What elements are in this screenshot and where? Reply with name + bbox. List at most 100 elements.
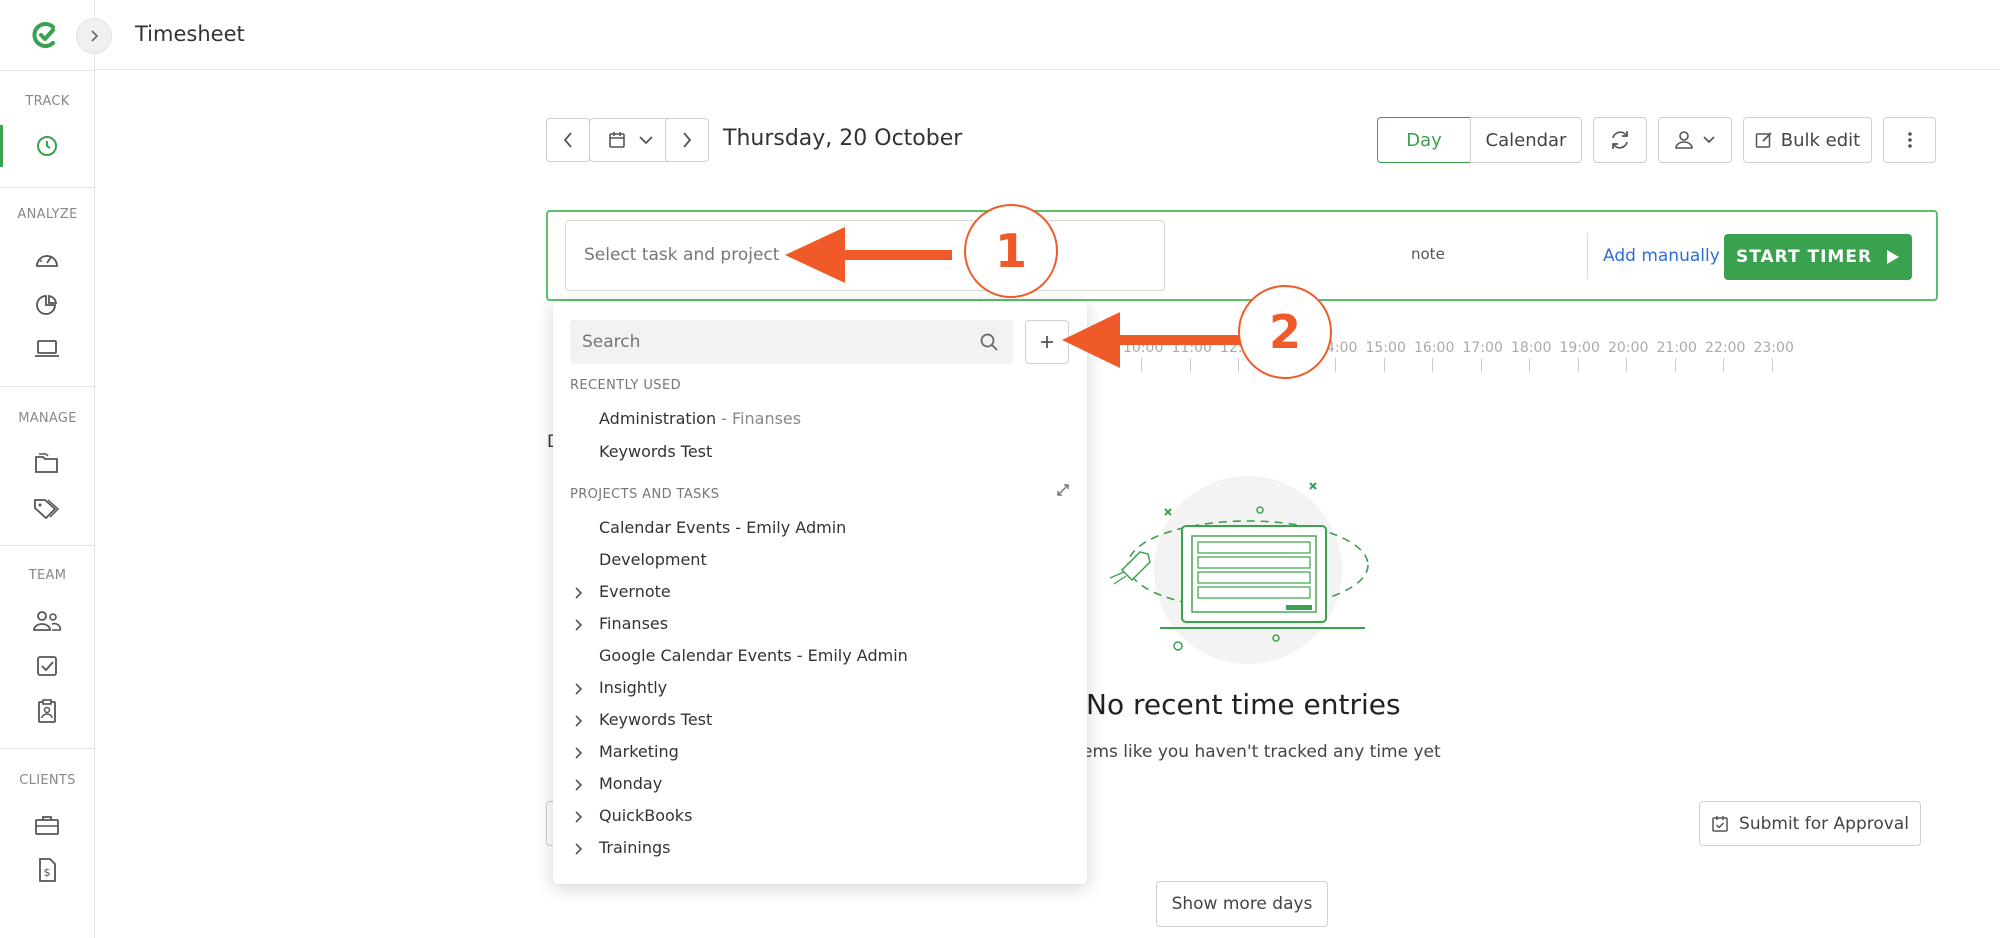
timeline-tick xyxy=(1141,358,1142,372)
project-item-label: Development xyxy=(599,550,707,569)
timeline-hour-label: 23:00 xyxy=(1753,340,1794,356)
dashboard-icon xyxy=(36,255,58,267)
briefcase-icon xyxy=(35,816,59,835)
annotation-arrow-1 xyxy=(828,250,952,260)
search-input[interactable] xyxy=(570,320,1013,364)
project-item[interactable]: Insightly xyxy=(553,674,1087,704)
project-item[interactable]: Google Calendar Events - Emily Admin xyxy=(553,642,1087,672)
submit-for-approval-label: Submit for Approval xyxy=(1739,813,1909,834)
recent-item[interactable]: Keywords Test xyxy=(553,438,1087,468)
invoice-icon: $ xyxy=(39,858,56,882)
sidebar: TRACK ANALYZE MANAGE TEAM CLIENTS $ xyxy=(0,0,112,938)
clipboard-icon xyxy=(38,699,56,723)
project-item[interactable]: Calendar Events - Emily Admin xyxy=(553,514,1087,544)
sidebar-section-manage: MANAGE xyxy=(18,411,77,426)
sidebar-item-tags[interactable] xyxy=(30,493,64,523)
show-more-days-button[interactable]: Show more days xyxy=(1156,881,1328,927)
timeline-hour-label: 17:00 xyxy=(1462,340,1503,356)
chevron-right-icon[interactable] xyxy=(573,586,585,600)
note-field[interactable]: note xyxy=(1411,245,1445,263)
page-title: Timesheet xyxy=(135,22,245,46)
chevron-right-icon[interactable] xyxy=(573,778,585,792)
timeline-hour-label: 15:00 xyxy=(1365,340,1406,356)
start-timer-button[interactable]: START TIMER xyxy=(1724,234,1912,280)
arrowhead-2 xyxy=(1062,312,1120,368)
sidebar-section-analyze: ANALYZE xyxy=(17,207,78,222)
timeline-tick xyxy=(1335,358,1336,372)
refresh-button[interactable] xyxy=(1593,117,1647,163)
more-options-button[interactable] xyxy=(1883,117,1936,163)
view-day-tab[interactable]: Day xyxy=(1377,117,1471,163)
clockify-logo[interactable] xyxy=(28,18,62,52)
people-icon xyxy=(33,611,62,631)
sidebar-divider xyxy=(0,748,95,749)
chevron-right-icon[interactable] xyxy=(573,714,585,728)
sidebar-item-team[interactable] xyxy=(30,606,64,636)
timeline-tick xyxy=(1480,358,1482,372)
current-date: Thursday, 20 October xyxy=(723,126,963,151)
sidebar-item-reports[interactable] xyxy=(30,290,64,320)
empty-state-title: No recent time entries xyxy=(1086,688,1401,721)
sidebar-item-invoices[interactable]: $ xyxy=(30,855,64,885)
view-calendar-tab[interactable]: Calendar xyxy=(1470,117,1582,163)
svg-text:$: $ xyxy=(44,866,51,879)
clock-icon xyxy=(37,136,57,156)
bulk-edit-button[interactable]: Bulk edit xyxy=(1743,117,1872,163)
start-timer-label: START TIMER xyxy=(1735,247,1873,267)
chevron-right-icon[interactable] xyxy=(573,810,585,824)
expand-icon[interactable] xyxy=(1055,482,1071,498)
project-item[interactable]: Evernote xyxy=(553,578,1087,608)
timeline-hour-label: 22:00 xyxy=(1705,340,1746,356)
project-item[interactable]: Marketing xyxy=(553,738,1087,768)
project-item[interactable]: Monday xyxy=(553,770,1087,800)
project-item[interactable]: Trainings xyxy=(553,834,1087,864)
sidebar-section-team: TEAM xyxy=(28,568,67,583)
sidebar-item-expenses[interactable] xyxy=(30,696,64,726)
edit-icon xyxy=(1755,132,1772,148)
add-manually-link[interactable]: Add manually xyxy=(1603,246,1720,266)
chevron-right-icon[interactable] xyxy=(573,618,585,632)
timeline-hour-label: 21:00 xyxy=(1656,340,1697,356)
next-day-button[interactable] xyxy=(665,118,709,162)
annotation-arrow-2 xyxy=(1108,335,1240,345)
project-item-label: QuickBooks xyxy=(599,806,693,825)
sidebar-item-approvals[interactable] xyxy=(30,651,64,681)
sidebar-item-clients[interactable] xyxy=(30,810,64,840)
sidebar-item-dashboard[interactable] xyxy=(30,244,64,274)
sidebar-section-track: TRACK xyxy=(25,94,70,109)
dropdown-search[interactable] xyxy=(570,320,1013,364)
prev-day-button[interactable] xyxy=(546,118,590,162)
arrowhead-1 xyxy=(785,227,845,283)
project-item-label: Keywords Test xyxy=(599,710,713,729)
chevron-right-icon[interactable] xyxy=(573,746,585,760)
callout-1: 1 xyxy=(964,204,1058,298)
submit-for-approval-button[interactable]: Submit for Approval xyxy=(1699,801,1921,846)
timeline-tick xyxy=(1771,358,1773,372)
plus-icon xyxy=(1041,336,1053,348)
sidebar-item-timesheet[interactable] xyxy=(30,131,64,161)
sidebar-toggle-button[interactable] xyxy=(76,18,112,54)
empty-state-illustration xyxy=(1109,476,1369,664)
projects-and-tasks-heading: PROJECTS AND TASKS xyxy=(570,487,720,502)
chevron-right-icon[interactable] xyxy=(573,682,585,696)
timeline-tick xyxy=(1189,358,1191,372)
activity-icon xyxy=(35,340,59,357)
project-item[interactable]: Finanses xyxy=(553,610,1087,640)
chevron-right-icon[interactable] xyxy=(573,842,585,856)
project-item-label: Insightly xyxy=(599,678,668,697)
timeline-tick xyxy=(1577,358,1579,372)
project-item[interactable]: Keywords Test xyxy=(553,706,1087,736)
date-picker-button[interactable] xyxy=(589,118,673,162)
recent-item[interactable]: Administration - Finanses xyxy=(553,405,1087,435)
sidebar-divider xyxy=(0,187,95,188)
user-filter-button[interactable] xyxy=(1658,117,1732,163)
project-item[interactable]: QuickBooks xyxy=(553,802,1087,832)
task-project-dropdown: RECENTLY USED Administration - Finanses K… xyxy=(553,302,1087,884)
timeline-tick xyxy=(1238,358,1239,372)
sidebar-divider xyxy=(0,70,95,71)
sidebar-item-projects[interactable] xyxy=(30,448,64,478)
search-icon xyxy=(980,333,998,351)
project-item[interactable]: Development xyxy=(553,546,1087,576)
sidebar-item-activity[interactable] xyxy=(30,334,64,364)
play-icon xyxy=(1887,250,1900,264)
